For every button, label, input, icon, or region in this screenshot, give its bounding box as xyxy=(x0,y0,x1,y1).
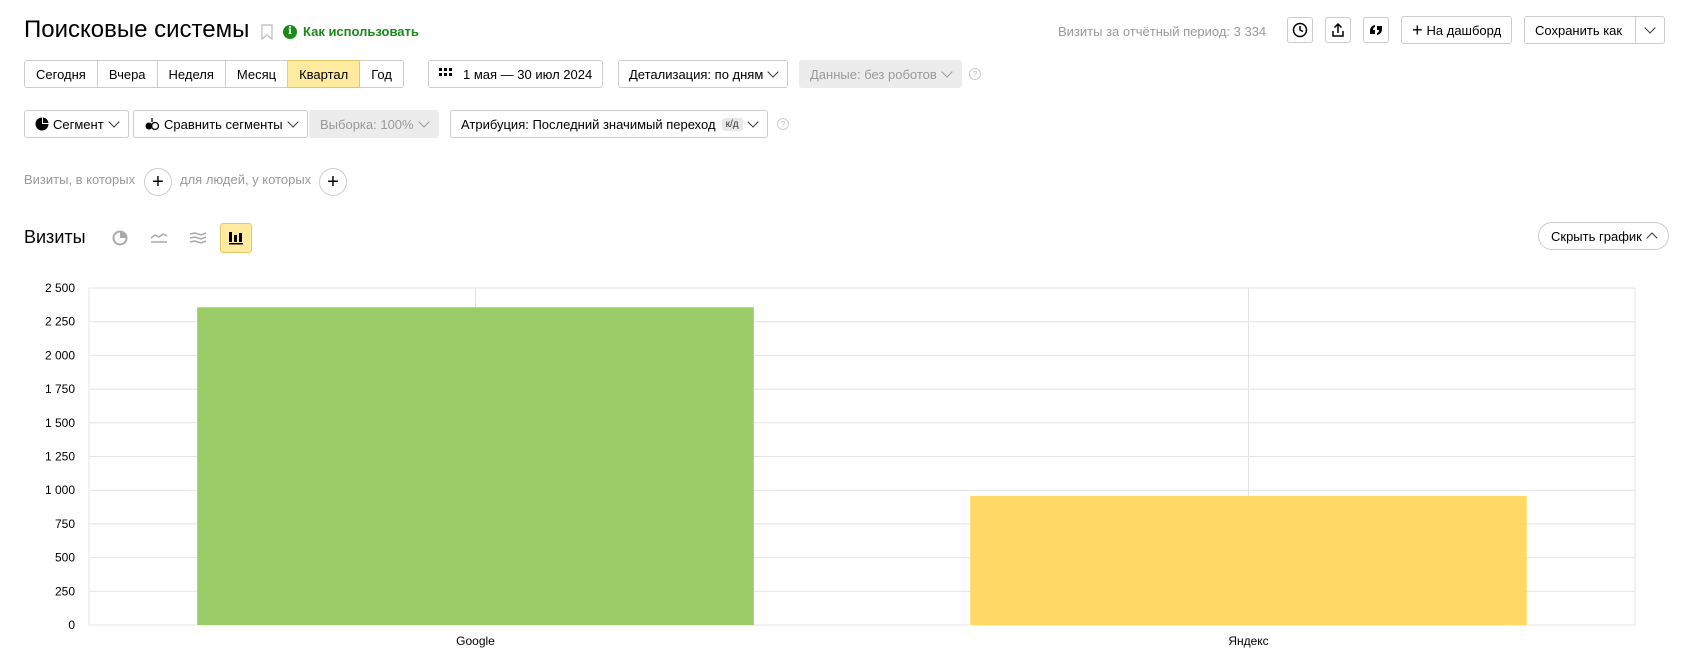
pie-chart-icon xyxy=(112,230,128,246)
stacked-area-icon xyxy=(189,232,207,244)
export-button[interactable] xyxy=(1325,17,1351,43)
chevron-down-icon xyxy=(746,116,759,128)
y-tick-label: 1 250 xyxy=(45,450,75,464)
save-as-button[interactable]: Сохранить как xyxy=(1524,16,1636,44)
data-filter-dropdown[interactable]: Данные: без роботов xyxy=(799,60,962,88)
compare-label: Сравнить сегменты xyxy=(164,116,283,132)
people-filter-label: для людей, у которых xyxy=(180,172,312,187)
period-month[interactable]: Месяц xyxy=(225,60,289,88)
calendar-icon xyxy=(439,68,452,76)
help-icon[interactable]: ? xyxy=(777,118,789,130)
sample-dropdown[interactable]: Выборка: 100% xyxy=(309,110,439,138)
dashboard-label: На дашборд xyxy=(1426,22,1502,38)
y-tick-label: 0 xyxy=(68,618,75,632)
data-filter-label: Данные: без роботов xyxy=(810,66,937,82)
pie-view-button[interactable] xyxy=(104,223,136,253)
visits-total: Визиты за отчётный период: 3 334 xyxy=(1058,24,1267,39)
how-to-use-label: Как использовать xyxy=(303,24,419,39)
compare-button[interactable] xyxy=(1363,17,1389,43)
compare-icon xyxy=(145,118,160,131)
y-tick-label: 250 xyxy=(55,584,75,598)
quote-icon xyxy=(1370,25,1382,35)
bar-view-button[interactable] xyxy=(220,223,252,253)
info-icon: i xyxy=(283,24,297,39)
period-today[interactable]: Сегодня xyxy=(24,60,98,88)
add-to-dashboard-button[interactable]: + На дашборд xyxy=(1401,16,1513,44)
y-tick-label: 2 500 xyxy=(45,281,75,295)
y-tick-label: 1 500 xyxy=(45,416,75,430)
line-view-button[interactable] xyxy=(143,223,175,253)
how-to-use-link[interactable]: i Как использовать xyxy=(283,24,419,39)
y-tick-label: 1 750 xyxy=(45,382,75,396)
pie-icon xyxy=(35,117,49,131)
segment-dropdown[interactable]: Сегмент xyxy=(24,110,129,138)
chevron-down-icon xyxy=(1644,22,1656,34)
save-as-label: Сохранить как xyxy=(1535,22,1623,38)
visits-filter-label: Визиты, в которых xyxy=(24,172,136,187)
history-button[interactable] xyxy=(1287,17,1313,43)
bookmark-icon[interactable] xyxy=(261,24,273,40)
period-yesterday[interactable]: Вчера xyxy=(97,60,158,88)
x-tick-label: Google xyxy=(456,634,495,648)
plus-icon: + xyxy=(152,170,164,193)
hide-chart-label: Скрыть график xyxy=(1551,228,1642,244)
plus-icon: + xyxy=(1412,20,1423,40)
add-people-filter-button[interactable]: + xyxy=(319,168,347,196)
plus-icon: + xyxy=(327,170,339,193)
line-chart-icon xyxy=(150,233,168,243)
bar-google xyxy=(197,307,754,625)
y-tick-label: 2 250 xyxy=(45,315,75,329)
clock-icon xyxy=(1292,22,1308,38)
share-icon xyxy=(1332,22,1344,37)
detail-dropdown[interactable]: Детализация: по дням xyxy=(618,60,789,88)
chevron-up-icon xyxy=(1646,232,1658,244)
y-tick-label: 2 000 xyxy=(45,348,75,362)
page-title: Поисковые системы xyxy=(24,16,250,43)
y-tick-label: 500 xyxy=(55,551,75,565)
period-year[interactable]: Год xyxy=(360,60,404,88)
add-visit-filter-button[interactable]: + xyxy=(144,168,172,196)
chevron-down-icon xyxy=(108,116,120,128)
area-view-button[interactable] xyxy=(182,223,214,253)
attribution-label: Атрибуция: Последний значимый переход xyxy=(461,116,716,132)
chevron-down-icon xyxy=(767,66,779,78)
sample-label: Выборка: 100% xyxy=(320,116,414,132)
bar-яндекс xyxy=(970,495,1527,625)
chevron-down-icon xyxy=(417,116,430,128)
bar-chart-icon xyxy=(229,232,243,245)
help-icon[interactable]: ? xyxy=(969,68,981,80)
period-selector: Сегодня Вчера Неделя Месяц Квартал Год xyxy=(24,60,404,88)
chevron-down-icon xyxy=(941,66,953,78)
period-week[interactable]: Неделя xyxy=(157,60,226,88)
save-as-dropdown-button[interactable] xyxy=(1635,16,1665,44)
bar-chart: 0 250 500 750 1 000 1 250 1 500 1 750 2 000 2 250… xyxy=(45,281,1636,648)
hide-chart-button[interactable]: Скрыть график xyxy=(1538,222,1669,250)
period-quarter[interactable]: Квартал xyxy=(288,60,361,88)
chevron-down-icon xyxy=(286,116,299,128)
segment-label: Сегмент xyxy=(53,116,104,132)
date-range-label: 1 мая — 30 июл 2024 xyxy=(463,66,593,82)
detail-label: Детализация: по дням xyxy=(629,66,764,82)
attribution-badge: к/д xyxy=(721,117,743,131)
chart-title: Визиты xyxy=(24,227,86,247)
attribution-dropdown[interactable]: Атрибуция: Последний значимый переход к/… xyxy=(450,110,768,138)
compare-segments-dropdown[interactable]: Сравнить сегменты xyxy=(133,110,308,138)
x-tick-label: Яндекс xyxy=(1228,634,1268,648)
date-range-button[interactable]: 1 мая — 30 июл 2024 xyxy=(428,60,604,88)
y-tick-label: 750 xyxy=(55,517,75,531)
y-tick-label: 1 000 xyxy=(45,483,75,497)
